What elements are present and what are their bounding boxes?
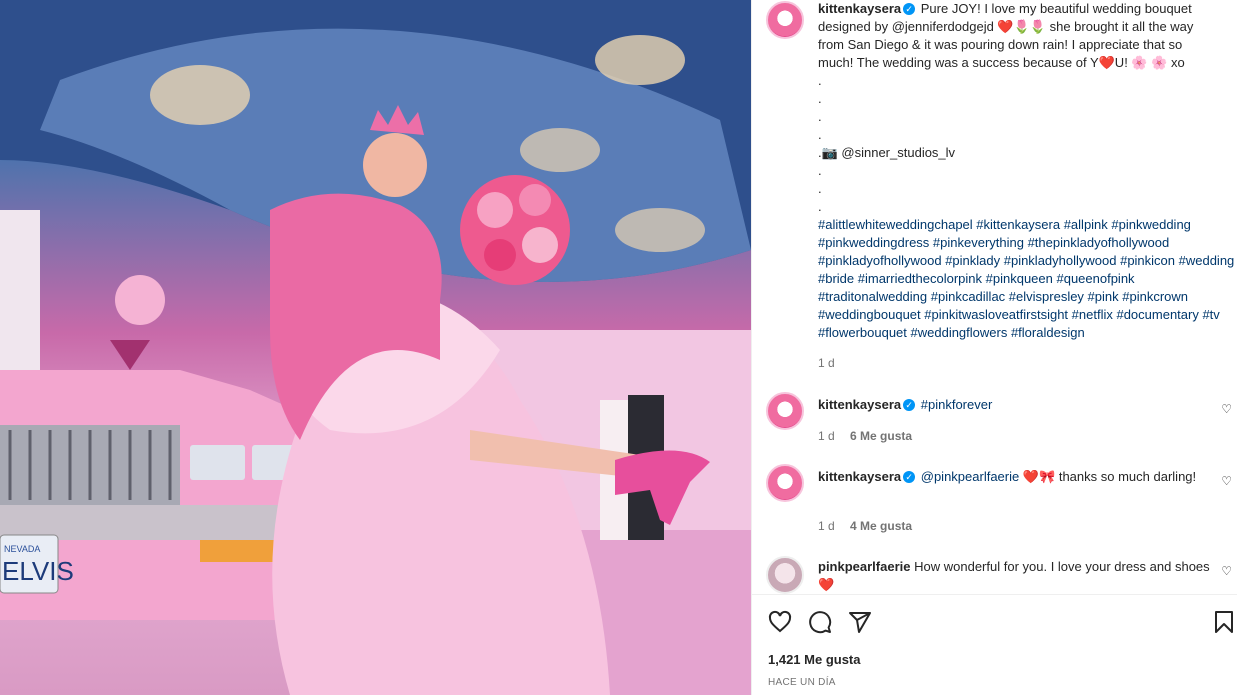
comment-1: kittenkaysera ✓ #pinkforever	[818, 396, 1218, 414]
likes-count[interactable]: 1,421 Me gusta	[768, 652, 861, 667]
post-caption: kittenkaysera ✓ Pure JOY! I love my beaut…	[818, 0, 1236, 372]
comment-bubble-icon[interactable]	[808, 610, 832, 634]
comment-time: 1 d	[818, 429, 835, 443]
caption-line-2: designed by @jenniferdodgejd ❤️🌷🌷 she br…	[818, 19, 1194, 34]
post-sidebar: kittenkaysera ✓ Pure JOY! I love my beaut…	[751, 0, 1237, 695]
caption-time: 1 d	[818, 356, 835, 370]
comment-username[interactable]: kittenkaysera	[818, 397, 901, 412]
comment-likes-count[interactable]: 6 Me gusta	[850, 429, 912, 443]
comment-mention[interactable]: @pinkpearlfaerie	[921, 469, 1019, 484]
verified-badge-icon: ✓	[903, 3, 916, 15]
caption-line-4: much! The wedding was a success because …	[818, 55, 1185, 70]
post-timestamp[interactable]: HACE UN DÍA	[768, 677, 836, 688]
comments-scroll-area[interactable]: kittenkaysera ✓ Pure JOY! I love my beaut…	[752, 0, 1237, 594]
comment-text[interactable]: #pinkforever	[921, 397, 993, 412]
caption-line-10: .	[818, 163, 822, 178]
comment-text: ❤️🎀 thanks so much darling!	[1022, 469, 1197, 484]
comment-1-meta: 1 d 6 Me gusta	[818, 429, 912, 443]
caption-line-6: .	[818, 91, 822, 106]
comment-likes-count[interactable]: 4 Me gusta	[850, 519, 912, 533]
license-plate-text: ELVIS	[2, 556, 74, 586]
comment-username[interactable]: pinkpearlfaerie	[818, 559, 911, 574]
post-actions: 1,421 Me gusta HACE UN DÍA	[752, 594, 1237, 696]
comment-time: 1 d	[818, 519, 835, 533]
comment-avatar[interactable]	[766, 556, 804, 594]
comment-2-meta: 1 d 4 Me gusta	[818, 519, 912, 533]
verified-badge-icon: ✓	[903, 399, 916, 411]
verified-badge-icon: ✓	[903, 471, 916, 483]
caption-line-11: .	[818, 181, 822, 196]
caption-line-8: .	[818, 127, 822, 142]
comment-3: pinkpearlfaerie How wonderful for you. I…	[818, 558, 1218, 594]
caption-hashtags[interactable]: #alittlewhiteweddingchapel #kittenkayser…	[818, 217, 1234, 340]
comment-avatar[interactable]	[766, 392, 804, 430]
comment-avatar[interactable]	[766, 464, 804, 502]
comment-like-heart-icon[interactable]: ♡	[1221, 564, 1232, 578]
license-plate-state: NEVADA	[4, 544, 40, 554]
caption-photographer-credit: .📷 @sinner_studios_lv	[818, 145, 956, 160]
save-bookmark-icon[interactable]	[1214, 610, 1234, 634]
post-photo[interactable]: NEVADA ELVIS	[0, 0, 751, 695]
caption-line-3: from San Diego & it was pouring down rai…	[818, 37, 1183, 52]
photo-illustration: NEVADA ELVIS	[0, 0, 751, 695]
comment-like-heart-icon[interactable]: ♡	[1221, 402, 1232, 416]
caption-line-1: Pure JOY! I love my beautiful wedding bo…	[920, 1, 1192, 16]
comment-2: kittenkaysera ✓ @pinkpearlfaerie ❤️🎀 than…	[818, 468, 1218, 486]
caption-line-7: .	[818, 109, 822, 124]
author-avatar[interactable]	[766, 1, 804, 39]
share-paper-plane-icon[interactable]	[848, 610, 872, 634]
caption-line-5: .	[818, 73, 822, 88]
caption-line-12: .	[818, 199, 822, 214]
comment-like-heart-icon[interactable]: ♡	[1221, 474, 1232, 488]
comment-username[interactable]: kittenkaysera	[818, 469, 901, 484]
like-heart-icon[interactable]	[768, 610, 792, 634]
caption-username[interactable]: kittenkaysera	[818, 1, 901, 16]
